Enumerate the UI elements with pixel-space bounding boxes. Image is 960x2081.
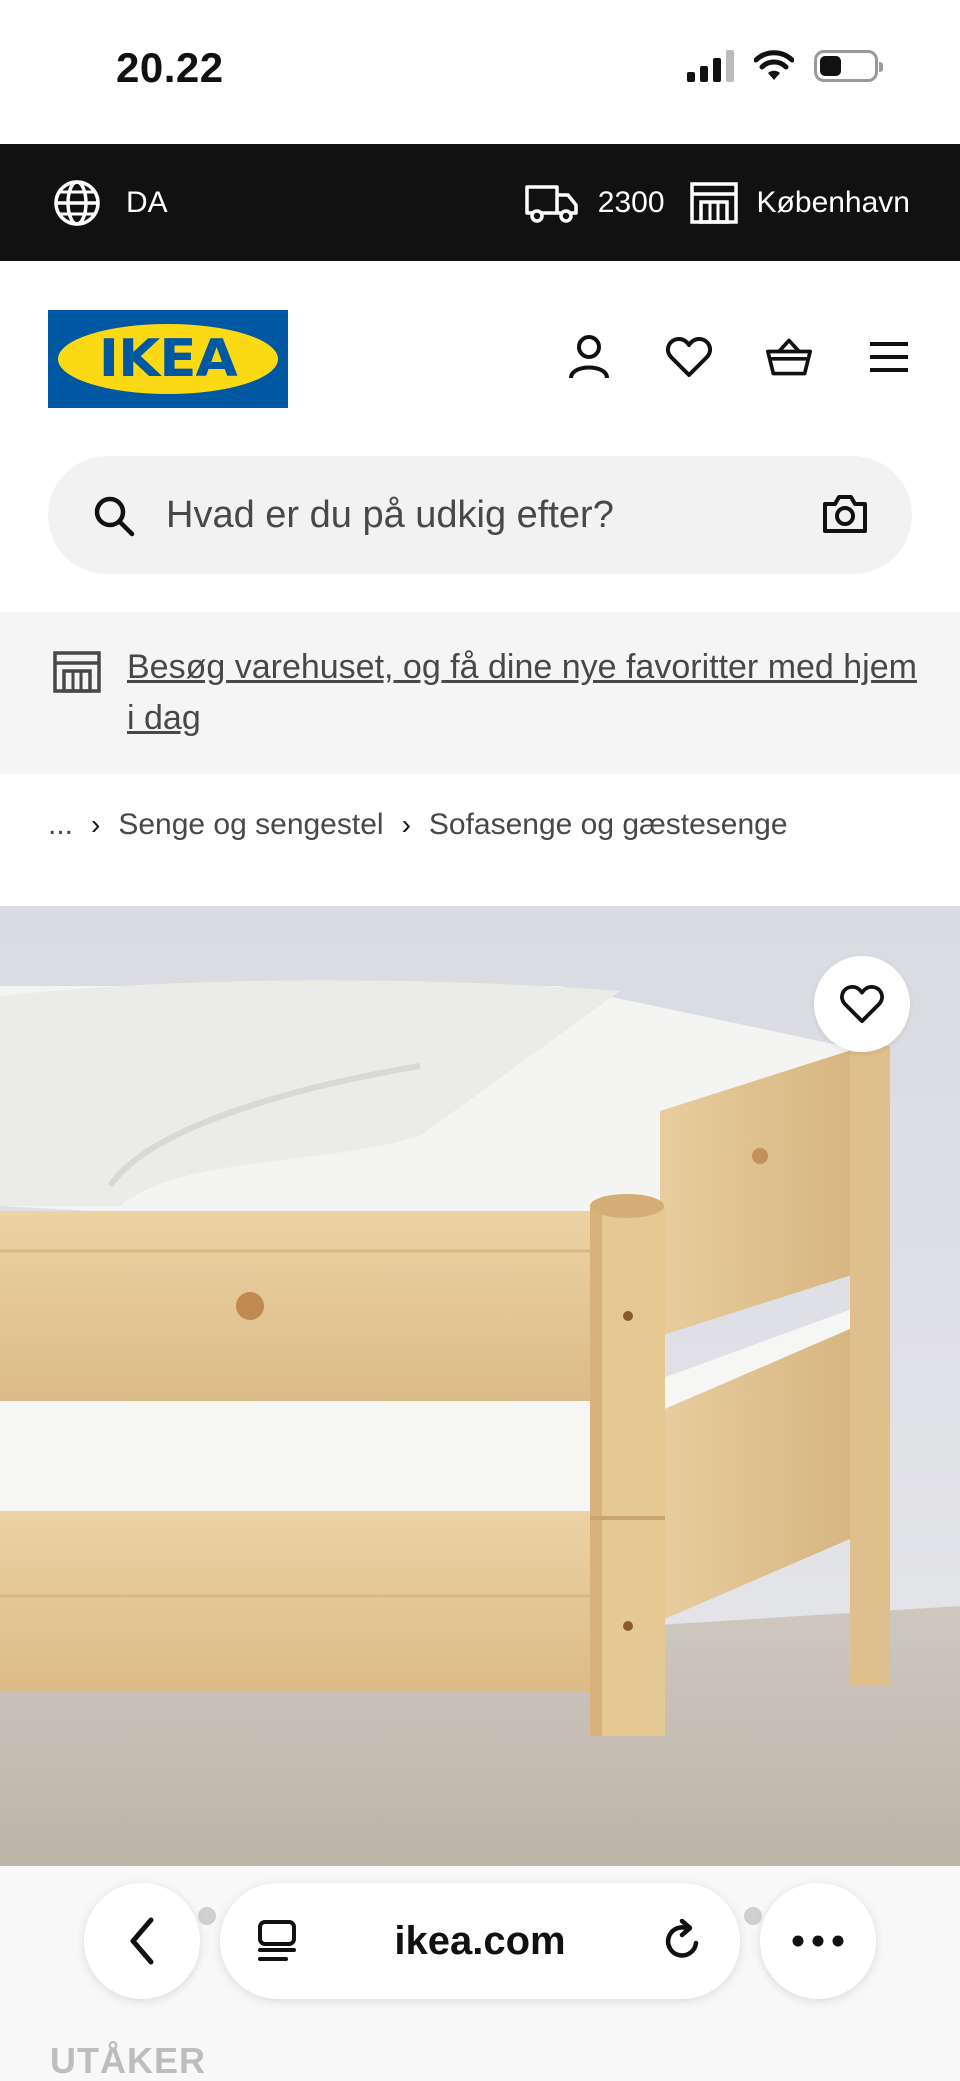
truck-icon [525, 184, 578, 223]
chevron-left-icon [130, 1917, 154, 1965]
more-options-button[interactable] [760, 1883, 876, 1999]
account-icon[interactable] [566, 334, 612, 380]
search-placeholder: Hvad er du på udkig efter? [166, 493, 614, 536]
browser-toolbar: ikea.com [0, 1876, 960, 2006]
cellular-signal-icon [687, 50, 734, 82]
breadcrumb-separator: › [401, 809, 411, 840]
store-visit-link[interactable]: Besøg varehuset, og få dine nye favoritt… [127, 642, 927, 744]
postcode-label: 2300 [597, 185, 665, 219]
store-selector[interactable]: København [689, 181, 910, 225]
wifi-icon [754, 50, 794, 80]
store-label: København [756, 185, 910, 219]
status-icons [687, 50, 883, 82]
status-bar: 20.22 [0, 0, 960, 144]
breadcrumb-separator: › [91, 809, 101, 840]
shopping-basket-icon[interactable] [766, 334, 812, 380]
battery-icon [814, 50, 883, 82]
status-time: 20.22 [116, 44, 224, 91]
product-name: UTÅKER [50, 2040, 206, 2081]
delivery-postcode[interactable]: 2300 [524, 181, 665, 225]
search-input[interactable]: Hvad er du på udkig efter? [48, 456, 912, 574]
ikea-logo[interactable]: IKEA [48, 310, 288, 408]
site-header: IKEA [0, 261, 960, 441]
store-icon [689, 181, 738, 224]
add-to-favorites-button[interactable] [814, 956, 910, 1052]
heart-icon [840, 984, 884, 1024]
stackable-bed-illustration [0, 906, 960, 1866]
back-button[interactable] [84, 1883, 200, 1999]
ellipsis-icon [792, 1935, 844, 1947]
address-bar[interactable]: ikea.com [220, 1883, 740, 1999]
language-label: DA [126, 185, 168, 219]
breadcrumb: ... › Senge og sengestel › Sofasenge og … [48, 800, 788, 850]
favorites-heart-icon[interactable] [666, 334, 712, 380]
breadcrumb-item-sofa-beds[interactable]: Sofasenge og gæstesenge [429, 808, 788, 842]
globe-icon [54, 179, 100, 226]
logo-text: IKEA [98, 329, 238, 389]
store-icon [53, 651, 101, 693]
product-image[interactable] [0, 906, 960, 1866]
camera-icon[interactable] [822, 494, 868, 534]
breadcrumb-item-beds[interactable]: Senge og sengestel [118, 808, 383, 842]
menu-hamburger-icon[interactable] [866, 334, 912, 380]
top-utility-bar: DA 2300 København [0, 144, 960, 261]
reload-icon[interactable] [662, 1919, 704, 1963]
language-selector[interactable]: DA [52, 144, 168, 261]
store-visit-banner: Besøg varehuset, og få dine nye favoritt… [0, 612, 960, 774]
search-icon [94, 496, 135, 537]
breadcrumb-ellipsis[interactable]: ... [48, 808, 73, 842]
